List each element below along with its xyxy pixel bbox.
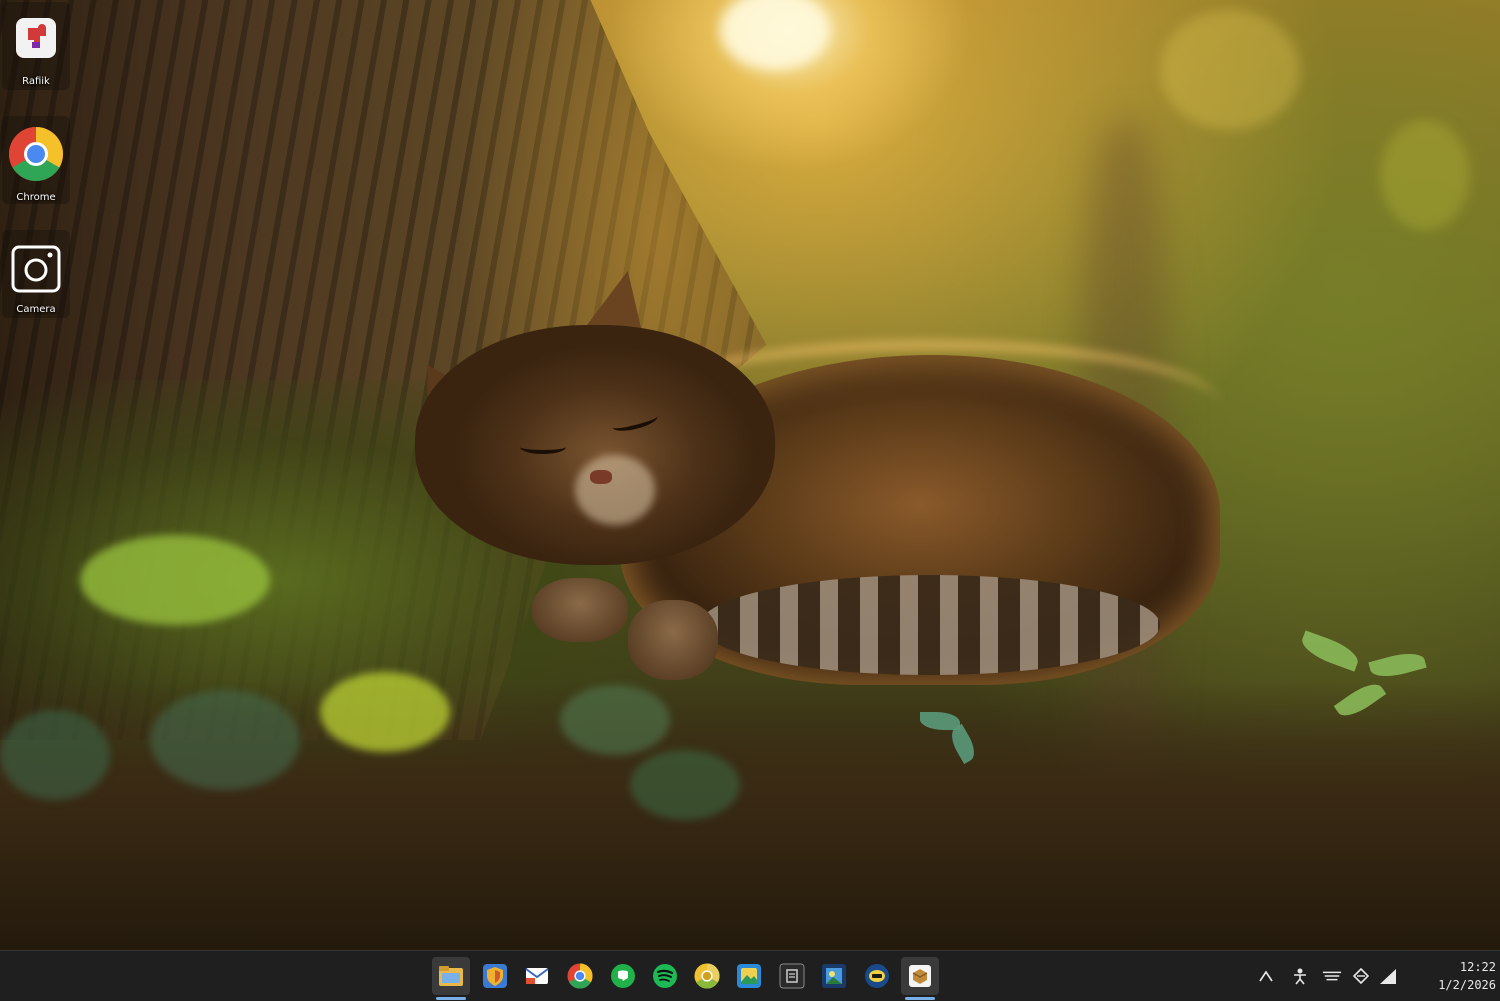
desktop-icon-chrome[interactable]: Chrome [0, 116, 72, 204]
taskbar-app-package[interactable] [901, 957, 939, 1000]
chrome-icon [8, 126, 64, 182]
dark-app-icon [779, 963, 805, 989]
taskbar-app-security[interactable] [476, 957, 514, 995]
cat-closed-eye [520, 440, 566, 454]
desktop-icon-camera[interactable]: Camera [0, 230, 72, 318]
user-accessibility-icon [1294, 968, 1306, 985]
taskbar-app-mail[interactable] [518, 957, 556, 995]
taskbar-app-spotify[interactable] [646, 957, 684, 995]
package-icon [909, 965, 931, 987]
cat-tail [700, 575, 1160, 675]
chevron-up-icon [1259, 970, 1273, 982]
tray-chevron-up[interactable] [1256, 966, 1276, 986]
cat-paw [532, 578, 628, 642]
taskbar-app-chrome[interactable] [561, 957, 599, 995]
signal-icon [1380, 969, 1396, 984]
taskbar-app-green-chat[interactable] [604, 957, 642, 995]
taskbar-app-messenger[interactable] [858, 957, 896, 995]
red-puzzle-app-icon [16, 18, 56, 58]
clock-date: 1/2/2026 [1438, 978, 1496, 992]
plant-sprout [1368, 648, 1427, 682]
security-shield-icon [483, 964, 507, 988]
cat-head [415, 325, 775, 565]
desktop-icon-rafiik[interactable]: Rafiik [0, 2, 72, 90]
taskbar-app-file-explorer[interactable] [432, 957, 470, 1000]
foreground-leaf [560, 685, 670, 755]
network-icon [1352, 967, 1370, 985]
cat-paw [628, 600, 718, 680]
bokeh-light [1160, 10, 1300, 130]
desktop-icon-label: Rafiik [22, 76, 50, 87]
taskbar-clock[interactable]: 12:22 1/2/2026 [1408, 958, 1500, 994]
cat-muzzle [575, 455, 655, 525]
photos-icon [737, 964, 761, 988]
desktop-wallpaper [0, 0, 1500, 950]
camera-icon [11, 245, 61, 293]
plant-sprout [1298, 630, 1362, 672]
foreground-leaf [80, 535, 270, 625]
tray-accessibility[interactable] [1290, 966, 1310, 986]
tray-network[interactable] [1351, 966, 1371, 986]
clock-time: 12:22 [1459, 960, 1496, 974]
taskbar-app-chrome-canary[interactable] [688, 957, 726, 995]
sun-glow [720, 0, 830, 70]
taskbar-app-dark[interactable] [773, 957, 811, 995]
chrome-canary-icon [694, 963, 720, 989]
taskbar-app-photos[interactable] [730, 957, 768, 995]
foreground-leaf [0, 710, 110, 800]
image-viewer-icon [822, 964, 846, 988]
file-explorer-icon [439, 966, 463, 986]
desktop-icon-label: Chrome [16, 192, 56, 203]
keyboard-icon [1322, 971, 1342, 981]
tray-keyboard[interactable] [1322, 966, 1342, 986]
foreground-leaf [320, 672, 450, 752]
tray-signal[interactable] [1378, 966, 1398, 986]
chrome-icon [567, 963, 593, 989]
foreground-leaf [150, 690, 300, 790]
mail-app-icon [525, 968, 549, 984]
bokeh-light [1380, 120, 1470, 230]
taskbar-app-image-viewer[interactable] [815, 957, 853, 995]
spotify-icon [653, 964, 677, 988]
foreground-leaf [630, 750, 740, 820]
cat-nose [590, 470, 612, 484]
desktop-icon-label: Camera [16, 304, 56, 315]
green-chat-icon [611, 964, 635, 988]
taskbar: 12:22 1/2/2026 [0, 950, 1500, 1001]
messenger-icon [865, 964, 889, 988]
